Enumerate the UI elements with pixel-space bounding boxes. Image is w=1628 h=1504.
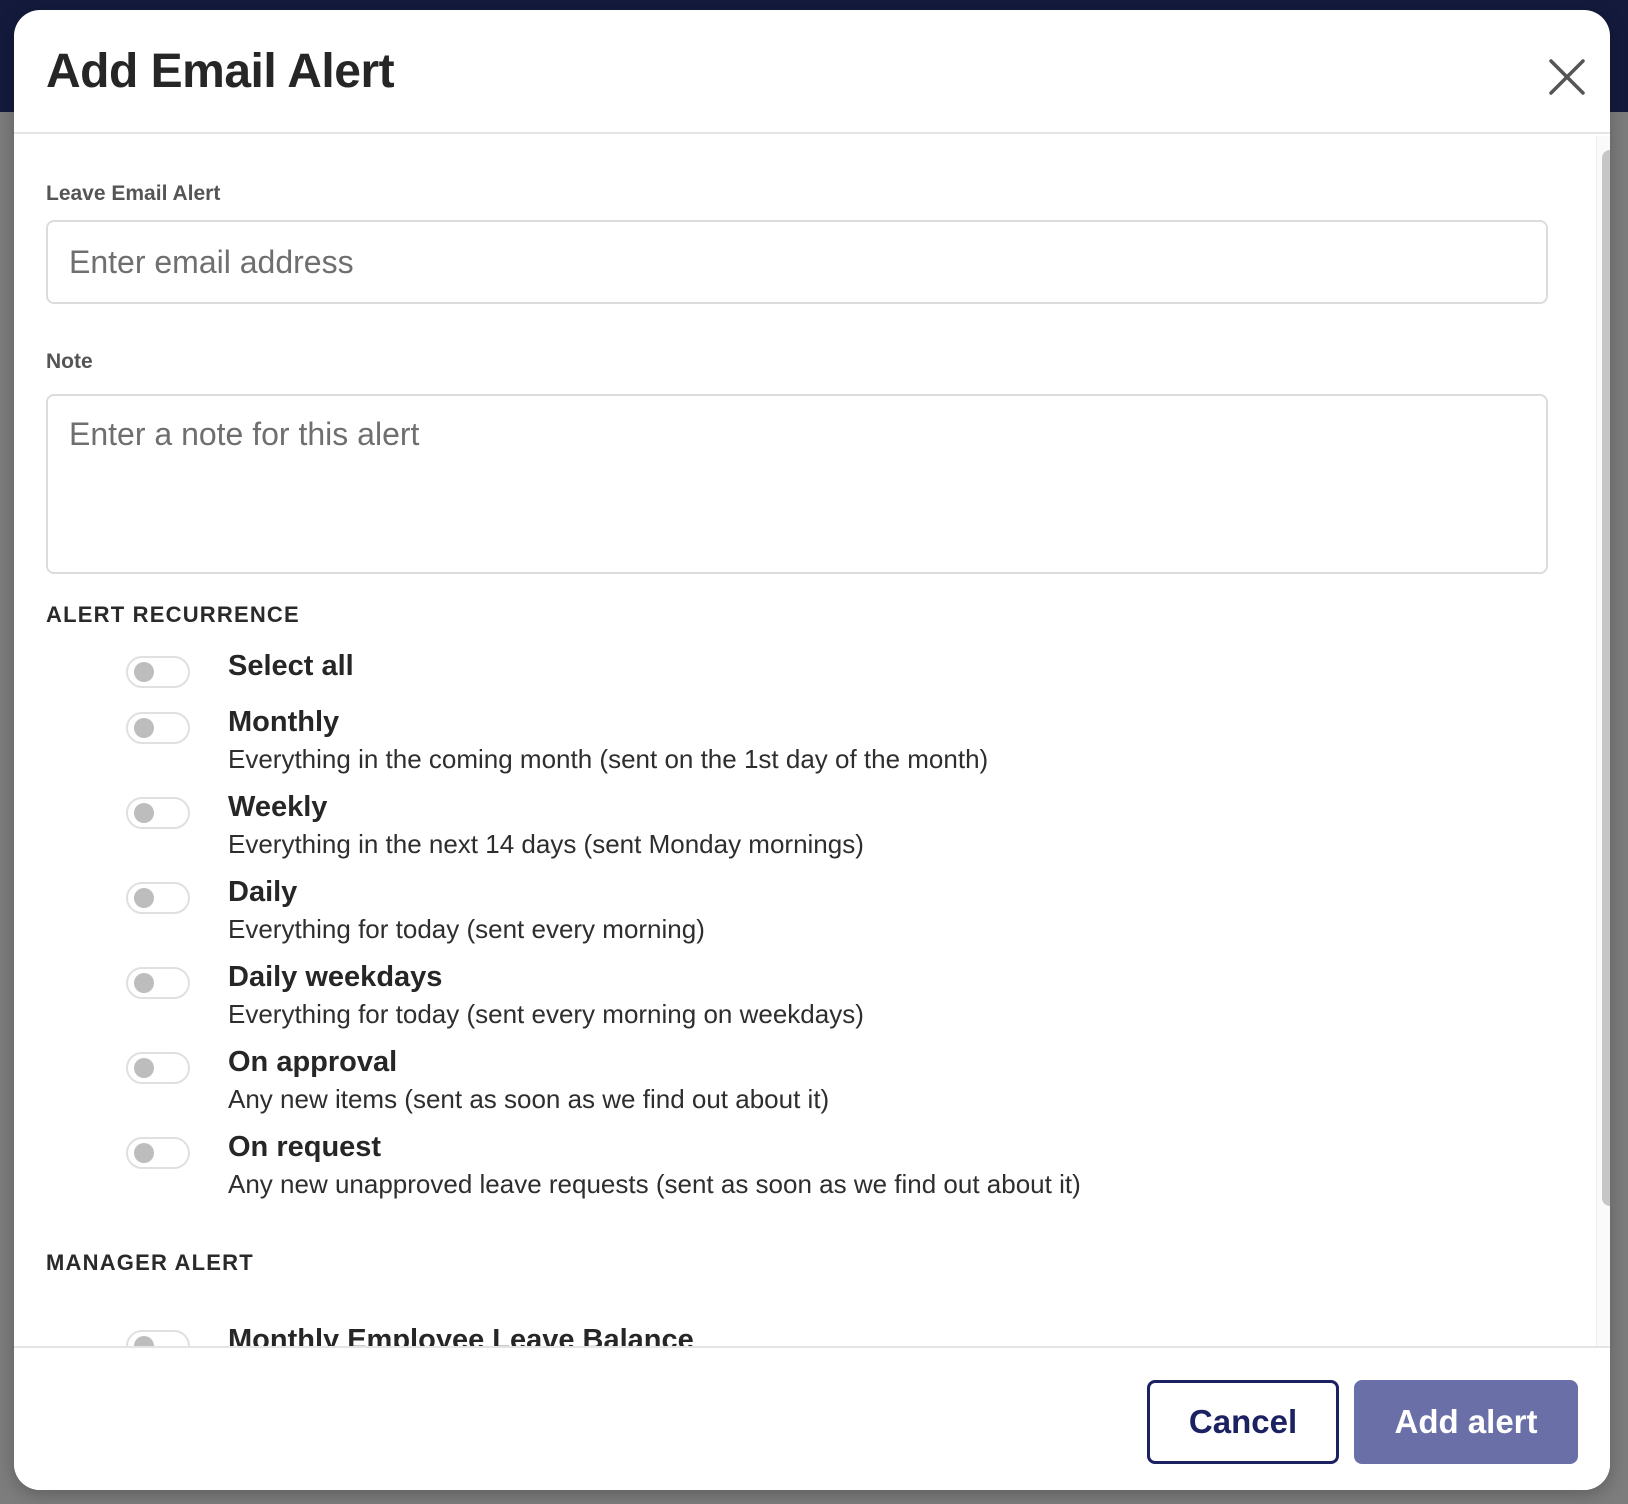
option-description: Everything in the next 14 days (sent Mon… (228, 829, 864, 859)
option-on-approval: On approval Any new items (sent as soon … (126, 1046, 1526, 1126)
email-input[interactable] (46, 220, 1548, 304)
toggle-knob (134, 973, 154, 993)
option-title: Select all (228, 650, 354, 682)
toggle-knob (134, 803, 154, 823)
option-monthly-employee-leave-balance: Monthly Employee Leave Balance (126, 1324, 1526, 1346)
weekly-toggle[interactable] (126, 797, 190, 829)
on-approval-toggle[interactable] (126, 1052, 190, 1084)
note-field-label: Note (46, 350, 93, 373)
toggle-knob (134, 1143, 154, 1163)
option-title: Daily weekdays (228, 961, 443, 993)
toggle-knob (134, 1058, 154, 1078)
toggle-knob (134, 718, 154, 738)
close-button[interactable] (1542, 52, 1592, 102)
toggle-knob (134, 888, 154, 908)
on-request-toggle[interactable] (126, 1137, 190, 1169)
option-on-request: On request Any new unapproved leave requ… (126, 1131, 1526, 1211)
note-textarea[interactable] (46, 394, 1548, 574)
modal-footer: Cancel Add alert (14, 1346, 1610, 1490)
option-description: Any new unapproved leave requests (sent … (228, 1169, 1081, 1199)
option-title: Daily (228, 876, 298, 908)
modal-body: Leave Email Alert Note ALERT RECURRENCE … (14, 136, 1596, 1346)
option-description: Any new items (sent as soon as we find o… (228, 1084, 830, 1114)
modal-title: Add Email Alert (46, 45, 395, 98)
modal-header: Add Email Alert (14, 10, 1610, 134)
toggle-knob (134, 662, 154, 682)
option-monthly: Monthly Everything in the coming month (… (126, 706, 1526, 786)
option-daily: Daily Everything for today (sent every m… (126, 876, 1526, 956)
option-title: Weekly (228, 791, 328, 823)
monthly-toggle[interactable] (126, 712, 190, 744)
alert-recurrence-heading: ALERT RECURRENCE (46, 602, 300, 627)
option-title: On request (228, 1131, 382, 1163)
close-icon (1549, 59, 1585, 95)
option-description: Everything for today (sent every morning… (228, 999, 864, 1029)
monthly-employee-leave-balance-toggle[interactable] (126, 1330, 190, 1346)
cancel-button[interactable]: Cancel (1147, 1380, 1339, 1464)
email-field-label: Leave Email Alert (46, 182, 221, 205)
daily-weekdays-toggle[interactable] (126, 967, 190, 999)
option-daily-weekdays: Daily weekdays Everything for today (sen… (126, 961, 1526, 1041)
option-title: Monthly (228, 706, 340, 738)
select-all-toggle[interactable] (126, 656, 190, 688)
option-title: On approval (228, 1046, 398, 1078)
option-title: Monthly Employee Leave Balance (228, 1324, 694, 1346)
manager-alert-heading: MANAGER ALERT (46, 1250, 254, 1275)
add-alert-button[interactable]: Add alert (1354, 1380, 1578, 1464)
option-description: Everything for today (sent every morning… (228, 914, 705, 944)
option-weekly: Weekly Everything in the next 14 days (s… (126, 791, 1526, 871)
option-description: Everything in the coming month (sent on … (228, 744, 989, 774)
add-email-alert-modal: Add Email Alert Leave Email Alert Note A… (14, 10, 1610, 1490)
daily-toggle[interactable] (126, 882, 190, 914)
toggle-knob (134, 1336, 154, 1346)
scrollbar-thumb[interactable] (1602, 150, 1610, 1206)
